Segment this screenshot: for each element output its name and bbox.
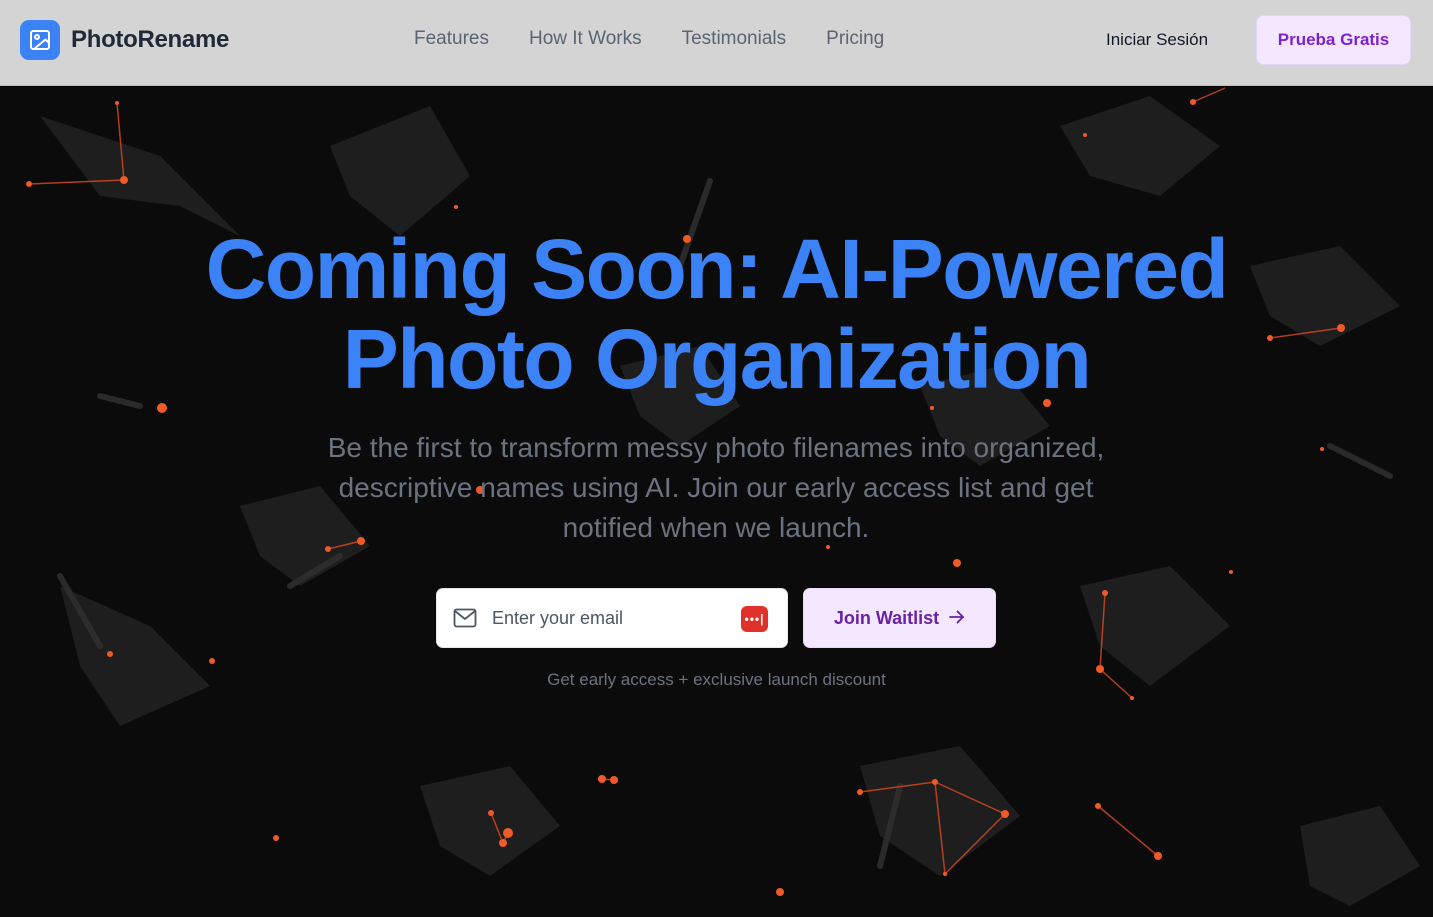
image-icon bbox=[20, 20, 60, 60]
hero-title-line-1: Coming Soon: AI-Powered bbox=[205, 222, 1229, 316]
nav-link-pricing[interactable]: Pricing bbox=[826, 28, 884, 50]
hero-subtitle: Be the first to transform messy photo fi… bbox=[327, 432, 1105, 543]
hero-section: Coming Soon: AI-Powered Photo Organizati… bbox=[0, 86, 1433, 917]
hero-title-line-2: Photo Organization bbox=[342, 312, 1092, 406]
email-field[interactable]: •••| bbox=[436, 588, 788, 648]
nav-link-how-it-works[interactable]: How It Works bbox=[529, 28, 642, 50]
email-input[interactable] bbox=[492, 589, 732, 647]
brand-name: PhotoRename bbox=[71, 26, 230, 53]
join-waitlist-button[interactable]: Join Waitlist bbox=[803, 588, 996, 648]
password-manager-icon[interactable]: •••| bbox=[741, 606, 768, 632]
join-waitlist-label: Join Waitlist bbox=[833, 607, 940, 628]
nav-links: Features How It Works Testimonials Prici… bbox=[414, 28, 884, 50]
login-link[interactable]: Iniciar Sesión bbox=[1106, 30, 1208, 50]
free-trial-button[interactable]: Prueba Gratis bbox=[1256, 15, 1411, 65]
brand[interactable]: PhotoRename bbox=[20, 20, 229, 60]
nav-link-testimonials[interactable]: Testimonials bbox=[682, 28, 787, 50]
hero-title: Coming Soon: AI-Powered Photo Organizati… bbox=[0, 224, 1433, 404]
waitlist-hint: Get early access + exclusive launch disc… bbox=[547, 670, 886, 689]
top-navigation: PhotoRename Features How It Works Testim… bbox=[0, 0, 1433, 86]
arrow-right-icon bbox=[949, 608, 965, 629]
waitlist-form: •••| Join Waitlist bbox=[436, 588, 996, 648]
mail-icon bbox=[453, 608, 477, 633]
nav-link-features[interactable]: Features bbox=[414, 28, 489, 50]
